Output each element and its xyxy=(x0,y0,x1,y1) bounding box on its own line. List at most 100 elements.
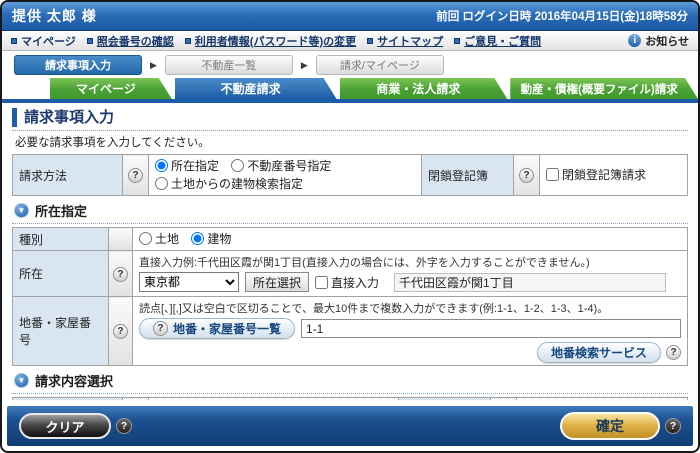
nav-link-shokai-bango-label[interactable]: 照会番号の確認 xyxy=(97,33,174,49)
checkbox-input[interactable] xyxy=(315,275,328,289)
location-label: 所在 xyxy=(12,250,109,297)
location-table: 種別 土地 建物 所在 ? 直接入力例:千代田区霞が関1丁目(直接入力の場合には… xyxy=(12,227,689,366)
help-icon: ? xyxy=(152,321,168,336)
request-method-table: 請求方法 ? 所在指定 不動産番号指定 土地からの建物検索指定 閉鎖登記簿 ? … xyxy=(12,154,688,196)
radio-label: 土地 xyxy=(154,232,179,246)
radio-tochi-kensaku[interactable]: 土地からの建物検索指定 xyxy=(155,175,303,192)
lot-list-button-label: 地番・家屋番号一覧 xyxy=(172,322,281,336)
divider xyxy=(12,130,688,131)
kind-label: 請求事項の種類 (複数選択可能) xyxy=(12,397,123,400)
section-arrow-icon: ▼ xyxy=(14,203,29,218)
closed-registry-label: 閉鎖登記簿 xyxy=(421,154,514,196)
nav-link-user-info-label[interactable]: 利用者情報(パスワード等)の変更 xyxy=(195,33,356,49)
utility-links: マイページ 照会番号の確認 利用者情報(パスワード等)の変更 サイトマップ ご意… xyxy=(11,33,541,49)
tab-mypage[interactable]: マイページ xyxy=(50,78,172,99)
info-icon: i xyxy=(628,34,642,47)
checkbox-closed-registry[interactable]: 閉鎖登記簿請求 xyxy=(546,166,646,183)
checkbox-label: 直接入力 xyxy=(331,275,380,290)
step-request-mypage: 請求/マイページ xyxy=(315,55,444,75)
nav-link-feedback-label[interactable]: ご意見・ご質問 xyxy=(464,33,541,49)
lot-list-button[interactable]: ? 地番・家屋番号一覧 xyxy=(138,318,295,339)
main-tabs: マイページ 不動産請求 商業・法人請求 動産・債権(概要ファイル)請求 xyxy=(2,78,698,99)
footer-action-bar: クリア ? 確定 ? xyxy=(7,406,693,446)
radio-input[interactable] xyxy=(191,232,205,245)
prefecture-select[interactable]: 東京都 xyxy=(138,272,239,292)
help-icon[interactable]: ? xyxy=(112,324,128,339)
clear-button[interactable]: クリア xyxy=(19,413,111,439)
type-options: 土地 建物 xyxy=(131,227,689,251)
help-icon[interactable]: ? xyxy=(519,168,534,183)
bullet-icon xyxy=(86,37,93,44)
lot-number-label: 地番・家屋番号 xyxy=(12,296,109,366)
lot-number-controls: 読点[、][,]又は空白で区切ることで、最大10件まで複数入力ができます(例:1… xyxy=(131,296,689,366)
notice-label: お知らせ xyxy=(645,35,689,48)
joint-collateral-options: 不要 要 要(現在事項) xyxy=(516,397,688,400)
radio-input[interactable] xyxy=(138,232,152,245)
confirm-button[interactable]: 確定 xyxy=(560,412,660,440)
help-icon[interactable]: ? xyxy=(665,418,681,434)
radio-label: 土地からの建物検索指定 xyxy=(171,177,304,191)
tab-dosan-saiken-seikyu[interactable]: 動産・債権(概要ファイル)請求 xyxy=(510,78,698,99)
notice-link[interactable]: i お知らせ xyxy=(628,33,689,49)
nav-link-mypage-label[interactable]: マイページ xyxy=(21,33,76,49)
tab-shogyo-hojin-seikyu[interactable]: 商業・法人請求 xyxy=(340,78,508,99)
nav-link-sitemap[interactable]: サイトマップ xyxy=(367,33,443,49)
location-controls: 直接入力例:千代田区霞が関1丁目(直接入力の場合には、外字を入力することができま… xyxy=(131,250,689,297)
radio-input[interactable] xyxy=(231,159,245,172)
step-property-list: 不動産一覧 xyxy=(164,55,293,75)
top-header-bar: 提供 太郎 様 前回 ログイン日時 2016年04月15日(金)18時58分 xyxy=(2,2,698,31)
divider xyxy=(12,223,688,224)
joint-collateral-label: 共同担保目録 xyxy=(398,397,491,400)
nav-link-feedback[interactable]: ご意見・ご質問 xyxy=(454,33,541,49)
radio-tochi[interactable]: 土地 xyxy=(138,230,179,247)
closed-registry-option: 閉鎖登記簿請求 xyxy=(539,154,688,196)
radio-input[interactable] xyxy=(155,159,168,172)
radio-fudosan-bango[interactable]: 不動産番号指定 xyxy=(231,157,331,174)
bullet-icon xyxy=(454,37,461,44)
divider xyxy=(12,393,688,394)
content-selection-table: 請求事項の種類 (複数選択可能) ? 全部事項 所有者事項 地図 土地所在図/地… xyxy=(12,397,688,400)
nav-link-sitemap-label[interactable]: サイトマップ xyxy=(377,33,443,49)
section-header-naiyo: ▼ 請求内容選択 xyxy=(14,371,688,390)
checkbox-label: 閉鎖登記簿請求 xyxy=(562,168,647,182)
location-value-input[interactable] xyxy=(394,272,667,292)
location-select-button[interactable]: 所在選択 xyxy=(244,272,309,292)
checkbox-input[interactable] xyxy=(546,168,559,181)
bullet-icon xyxy=(11,37,17,44)
step-arrow-icon: ▶ xyxy=(150,59,157,70)
user-name: 提供 太郎 様 xyxy=(12,8,97,24)
step-indicator: 請求事項入力 ▶ 不動産一覧 ▶ 請求/マイページ xyxy=(2,51,698,78)
lot-number-hint: 読点[、][,]又は空白で区切ることで、最大10件まで複数入力ができます(例:1… xyxy=(138,303,609,315)
page-title: 請求事項入力 xyxy=(12,108,688,127)
section-header-shozai: ▼ 所在指定 xyxy=(14,201,688,220)
nav-link-shokai-bango[interactable]: 照会番号の確認 xyxy=(86,33,174,49)
last-login-datetime: 前回 ログイン日時 2016年04月15日(金)18時58分 xyxy=(436,11,688,23)
section-title: 所在指定 xyxy=(35,204,88,219)
radio-input[interactable] xyxy=(155,177,168,190)
main-content: 請求事項入力 必要な請求事項を入力してください。 請求方法 ? 所在指定 不動産… xyxy=(2,103,698,400)
nav-link-mypage[interactable]: マイページ xyxy=(11,33,76,49)
app-window: 提供 太郎 様 前回 ログイン日時 2016年04月15日(金)18時58分 マ… xyxy=(0,0,700,453)
step-arrow-icon: ▶ xyxy=(300,59,308,70)
nav-link-user-info[interactable]: 利用者情報(パスワード等)の変更 xyxy=(184,33,356,49)
section-title: 請求内容選択 xyxy=(35,374,114,389)
radio-label: 所在指定 xyxy=(171,159,220,173)
help-icon[interactable]: ? xyxy=(666,345,681,360)
tab-fudosan-seikyu[interactable]: 不動産請求 xyxy=(175,78,337,99)
checkbox-direct-input[interactable]: 直接入力 xyxy=(315,274,379,291)
radio-shozai-shitei[interactable]: 所在指定 xyxy=(155,157,219,174)
radio-tatemono[interactable]: 建物 xyxy=(191,230,231,247)
utility-nav: マイページ 照会番号の確認 利用者情報(パスワード等)の変更 サイトマップ ご意… xyxy=(2,31,698,51)
type-label: 種別 xyxy=(12,227,109,251)
help-icon[interactable]: ? xyxy=(128,168,143,183)
radio-label: 不動産番号指定 xyxy=(247,159,332,173)
lot-search-service-button[interactable]: 地番検索サービス xyxy=(536,342,661,363)
help-icon[interactable]: ? xyxy=(112,266,128,282)
lot-number-input[interactable] xyxy=(301,319,681,338)
step-request-input: 請求事項入力 xyxy=(14,55,142,75)
page-instruction: 必要な請求事項を入力してください。 xyxy=(15,137,210,149)
help-icon[interactable]: ? xyxy=(116,418,132,434)
request-method-options: 所在指定 不動産番号指定 土地からの建物検索指定 xyxy=(148,154,422,196)
bullet-icon xyxy=(367,37,374,44)
request-method-label: 請求方法 xyxy=(12,154,123,196)
